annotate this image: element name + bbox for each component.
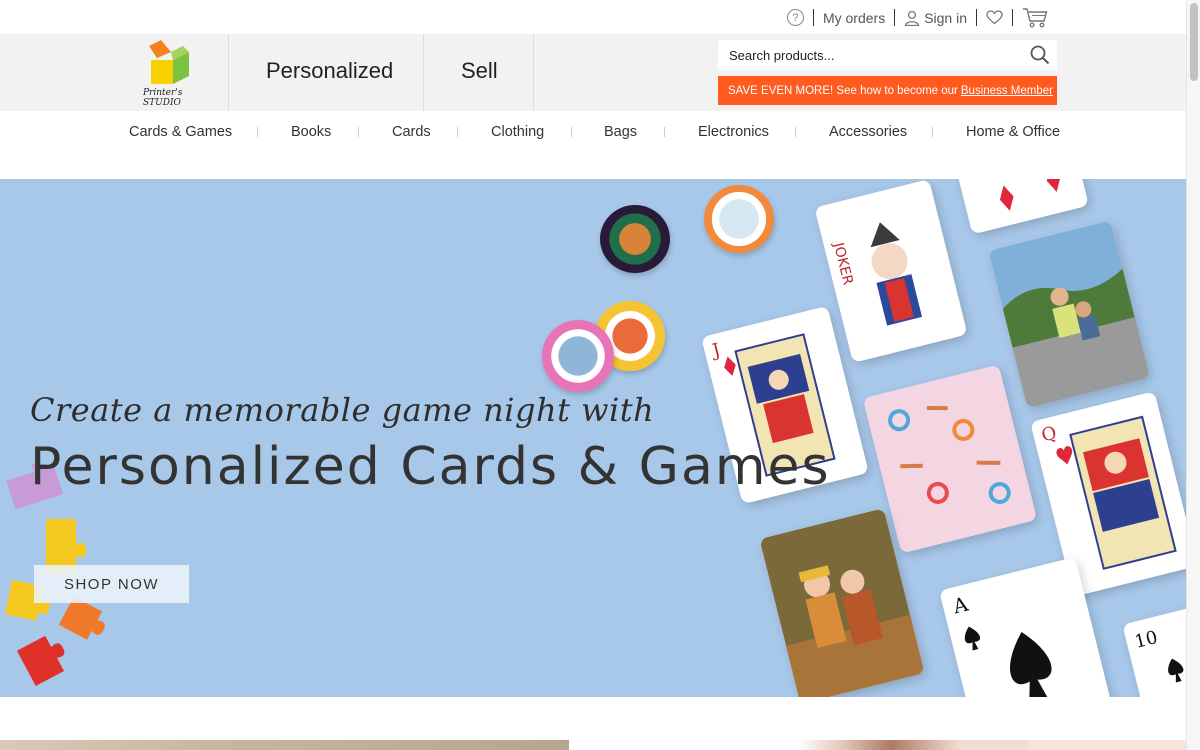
- svg-text:JOKER: JOKER: [830, 240, 856, 287]
- promo-tile-image[interactable]: [1029, 740, 1186, 750]
- photo-card-image: [988, 220, 1150, 408]
- my-orders-link[interactable]: My orders: [823, 10, 885, 26]
- category-nav: Cards & Games Books Cards Clothing Bags …: [0, 111, 1186, 153]
- header-divider: [533, 34, 534, 111]
- card-box-image: [862, 364, 1038, 554]
- question-circle-icon: ?: [786, 9, 804, 26]
- hero-title: Personalized Cards & Games: [30, 437, 831, 497]
- divider: [358, 127, 359, 137]
- diamond-six-card-image: [955, 179, 1089, 235]
- divider: [932, 127, 933, 137]
- category-cards-games[interactable]: Cards & Games: [129, 124, 232, 140]
- poker-chip-image: [704, 185, 774, 253]
- cart-button[interactable]: [1022, 7, 1048, 28]
- divider: [457, 127, 458, 137]
- divider: [1012, 9, 1013, 26]
- poker-chip-image: [542, 320, 614, 392]
- category-cards[interactable]: Cards: [392, 124, 431, 140]
- hero-subtitle: Create a memorable game night with: [30, 391, 655, 429]
- category-clothing[interactable]: Clothing: [491, 124, 544, 140]
- joker-card-image: JOKER: [814, 179, 968, 363]
- sign-in-link[interactable]: Sign in: [904, 10, 967, 26]
- top-utility-bar: ? My orders Sign in: [0, 0, 1186, 34]
- user-icon: [904, 10, 920, 26]
- svg-text:Q: Q: [1039, 422, 1058, 446]
- promo-tile-image[interactable]: [569, 740, 1029, 750]
- nav-sell[interactable]: Sell: [461, 58, 498, 84]
- business-member-promo: SAVE EVEN MORE! See how to become our Bu…: [718, 76, 1057, 105]
- heart-icon: [986, 10, 1003, 25]
- divider: [976, 9, 977, 26]
- nav-personalized[interactable]: Personalized: [266, 58, 393, 84]
- promo-tile-image[interactable]: [0, 740, 569, 750]
- divider: [571, 127, 572, 137]
- utility-links: ? My orders Sign in: [786, 7, 1048, 28]
- help-button[interactable]: ?: [786, 9, 804, 26]
- my-orders-label: My orders: [822, 9, 886, 26]
- search-icon[interactable]: [1029, 44, 1051, 66]
- divider: [664, 127, 665, 137]
- svg-text:Printer's: Printer's: [142, 88, 183, 98]
- svg-text:STUDIO: STUDIO: [143, 98, 182, 108]
- svg-text:A: A: [950, 592, 971, 619]
- hero-banner[interactable]: JOKER J Q A 10 Create a memorable game n…: [0, 179, 1186, 697]
- header-divider: [228, 34, 229, 111]
- category-home-office[interactable]: Home & Office: [966, 124, 1060, 140]
- ten-of-spades-card-image: 10: [1122, 598, 1186, 697]
- header: Printer's STUDIO Personalized Sell SAVE …: [0, 34, 1186, 111]
- header-divider: [423, 34, 424, 111]
- search-input[interactable]: [718, 40, 1018, 70]
- svg-text:J: J: [708, 339, 722, 362]
- divider: [795, 127, 796, 137]
- promo-text: SAVE EVEN MORE! See how to become our: [728, 84, 958, 97]
- poker-chip-image: [600, 205, 670, 273]
- printers-studio-logo[interactable]: Printer's STUDIO: [135, 38, 201, 108]
- cart-icon: [1023, 8, 1048, 28]
- logo-cube-icon: Printer's STUDIO: [142, 40, 189, 108]
- shop-now-button[interactable]: SHOP NOW: [34, 565, 189, 603]
- category-accessories[interactable]: Accessories: [829, 124, 907, 140]
- search-box: [718, 40, 1057, 70]
- page-scrollbar[interactable]: [1186, 0, 1200, 750]
- wishlist-button[interactable]: [986, 10, 1003, 25]
- business-member-link[interactable]: Business Member: [961, 85, 1053, 97]
- scrollbar-thumb[interactable]: [1190, 3, 1198, 81]
- divider: [894, 9, 896, 26]
- sign-in-label: Sign in: [924, 9, 967, 26]
- category-electronics[interactable]: Electronics: [698, 124, 769, 140]
- category-books[interactable]: Books: [291, 124, 331, 140]
- divider: [812, 9, 814, 26]
- svg-text:10: 10: [1132, 627, 1159, 653]
- divider: [257, 127, 258, 137]
- category-bags[interactable]: Bags: [604, 124, 637, 140]
